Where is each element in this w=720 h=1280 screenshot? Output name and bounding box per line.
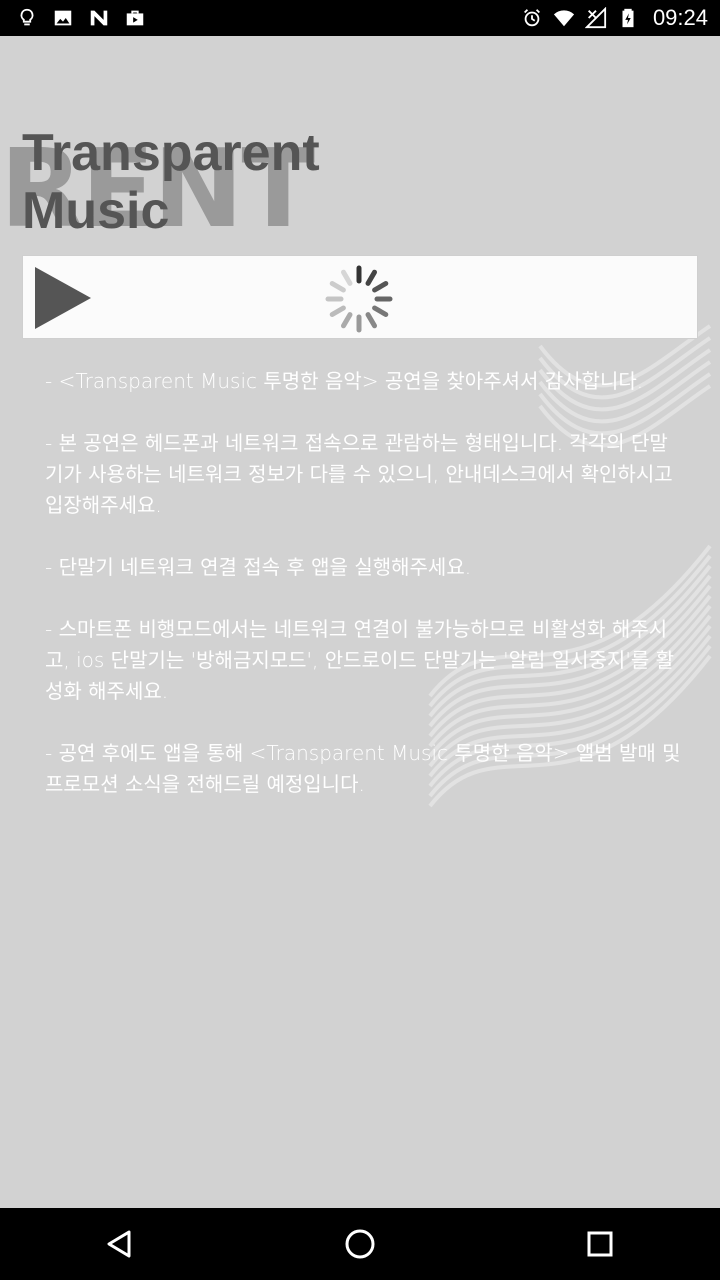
spinner-icon	[325, 265, 393, 333]
nav-home-button[interactable]	[330, 1214, 390, 1274]
app-title-line2: Music	[22, 182, 170, 240]
recents-icon	[587, 1231, 613, 1257]
bag-icon	[124, 7, 146, 29]
notice-paragraph: - 본 공연은 헤드폰과 네트워크 접속으로 관람하는 형태입니다. 각각의 단…	[45, 431, 673, 517]
nav-back-button[interactable]	[90, 1214, 150, 1274]
home-icon	[345, 1229, 375, 1259]
main-content: RENT Transparent Music - <Transparent Mu…	[0, 36, 720, 1208]
status-right-icons: 09:24	[521, 5, 708, 31]
status-left-icons	[16, 7, 146, 29]
notice-paragraph: - 스마트폰 비행모드에서는 네트워크 연결이 불가능하므로 비활성화 해주시고…	[45, 617, 674, 703]
alarm-icon	[521, 7, 543, 29]
notice-paragraph: - 공연 후에도 앱을 통해 <Transparent Music 투명한 음악…	[45, 741, 681, 796]
audio-player	[22, 255, 698, 339]
notice-text: - <Transparent Music 투명한 음악> 공연을 찾아주셔서 감…	[45, 366, 685, 831]
back-icon	[107, 1230, 131, 1258]
app-title-line1: Transparent	[22, 124, 320, 182]
navigation-bar	[0, 1208, 720, 1280]
n-app-icon	[88, 7, 110, 29]
battery-icon	[617, 7, 639, 29]
app-title: Transparent Music	[22, 124, 362, 240]
status-bar: 09:24	[0, 0, 720, 36]
notice-paragraph: - <Transparent Music 투명한 음악> 공연을 찾아주셔서 감…	[45, 369, 644, 393]
clock: 09:24	[652, 5, 708, 30]
play-button[interactable]	[31, 264, 95, 332]
image-icon	[52, 7, 74, 29]
wifi-icon	[553, 7, 575, 29]
signal-off-icon	[584, 7, 607, 29]
bulb-icon	[16, 7, 38, 29]
nav-recents-button[interactable]	[570, 1214, 630, 1274]
notice-paragraph: - 단말기 네트워크 연결 접속 후 앱을 실행해주세요.	[45, 555, 472, 579]
play-icon	[35, 267, 91, 329]
